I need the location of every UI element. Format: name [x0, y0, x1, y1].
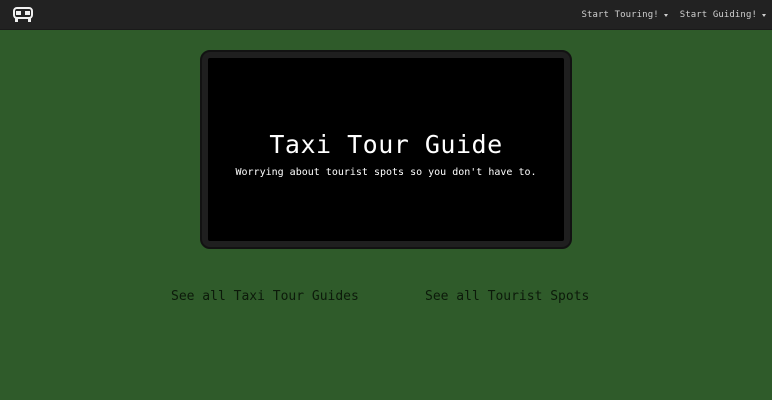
nav-menu: Start Touring! Start Guiding!: [569, 0, 766, 30]
hero-subtitle: Worrying about tourist spots so you don'…: [235, 167, 537, 178]
see-all-spots-link[interactable]: See all Tourist Spots: [425, 289, 589, 304]
hero-screen: Taxi Tour Guide Worrying about tourist s…: [208, 58, 564, 241]
caret-down-icon: [663, 13, 668, 17]
hero-screen-frame: Taxi Tour Guide Worrying about tourist s…: [200, 50, 572, 249]
taxi-icon[interactable]: [12, 6, 34, 24]
hero-title: Taxi Tour Guide: [269, 130, 503, 159]
start-guiding-label: Start Guiding!: [679, 10, 757, 20]
see-all-guides-link[interactable]: See all Taxi Tour Guides: [171, 289, 359, 304]
start-touring-label: Start Touring!: [581, 10, 659, 20]
start-guiding-dropdown[interactable]: Start Guiding!: [680, 10, 766, 20]
caret-down-icon: [762, 13, 766, 17]
navbar: Start Touring! Start Guiding!: [0, 0, 772, 30]
start-touring-dropdown[interactable]: Start Touring!: [581, 10, 668, 20]
